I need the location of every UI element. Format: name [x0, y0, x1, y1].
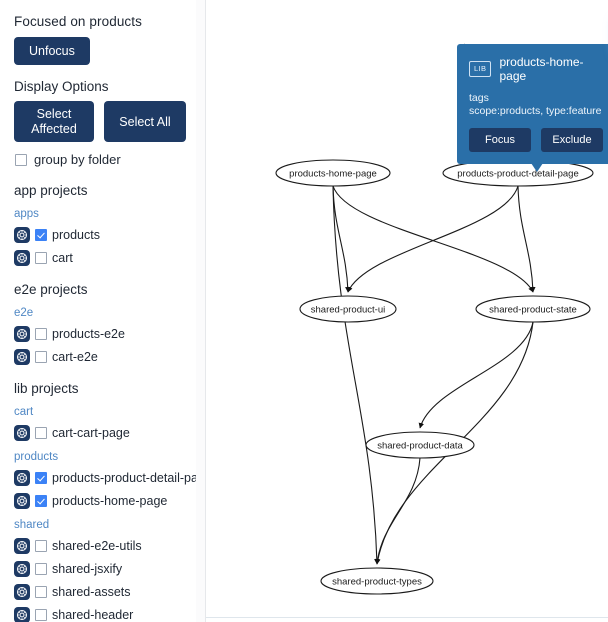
project-group-title: e2e projects	[14, 282, 88, 298]
folder-label-products: products	[14, 451, 59, 464]
project-checkbox[interactable]	[35, 427, 47, 440]
nx-project-icon	[14, 470, 30, 487]
project-label: shared-assets	[52, 585, 131, 600]
graph-node-label: shared-product-state	[489, 304, 577, 315]
project-checkbox[interactable]	[35, 609, 47, 622]
graph-node-label: products-home-page	[289, 168, 377, 179]
lib-badge: LIB	[469, 61, 492, 77]
nx-project-icon	[14, 326, 30, 343]
nx-project-icon	[14, 250, 30, 267]
graph-node[interactable]: shared-product-state	[475, 295, 591, 323]
graph-node[interactable]: shared-product-types	[320, 567, 434, 595]
graph-node[interactable]: products-home-page	[275, 159, 391, 187]
nx-project-icon	[14, 538, 30, 555]
graph-node-label: products-product-detail-page	[457, 168, 578, 179]
project-row[interactable]: shared-jsxify	[14, 561, 196, 578]
folder-label-apps: apps	[14, 208, 39, 221]
folder-label-e2e: e2e	[14, 307, 34, 320]
project-checkbox[interactable]	[35, 563, 47, 576]
project-group-title: app projects	[14, 183, 88, 199]
graph-node[interactable]: shared-product-ui	[299, 295, 397, 323]
bottom-rule	[206, 617, 608, 618]
nx-project-icon	[14, 227, 30, 244]
graph-nodes: products-home-page products-product-detai…	[275, 159, 594, 595]
tooltip-header: LIB products-home-page	[469, 55, 605, 83]
graph-node-label: shared-product-types	[332, 576, 422, 587]
project-label: shared-e2e-utils	[52, 539, 142, 554]
tooltip-actions: Focus Exclude	[469, 128, 605, 152]
project-label: products-product-detail-page	[52, 471, 196, 486]
project-row[interactable]: shared-assets	[14, 584, 196, 601]
project-label: cart-cart-page	[52, 426, 130, 441]
sidebar: Focused on products Unfocus Display Opti…	[0, 0, 196, 622]
group-by-folder-row[interactable]: group by folder	[15, 152, 196, 167]
select-affected-button[interactable]: Select Affected	[14, 101, 94, 143]
nx-project-icon	[14, 349, 30, 366]
project-checkbox[interactable]	[35, 586, 47, 599]
graph-node-label: shared-product-data	[377, 440, 463, 451]
nx-project-icon	[14, 607, 30, 622]
project-checkbox[interactable]	[35, 229, 47, 242]
project-row[interactable]: products-product-detail-page	[14, 470, 196, 487]
graph-edge	[418, 321, 534, 429]
unfocus-button[interactable]: Unfocus	[14, 37, 90, 66]
select-affected-line1: Select	[36, 107, 72, 122]
project-label: shared-jsxify	[52, 562, 123, 577]
select-all-button[interactable]: Select All	[104, 101, 186, 143]
graph-node-label: shared-product-ui	[311, 304, 385, 315]
dependency-graph-canvas[interactable]: products-home-page products-product-detai…	[206, 0, 608, 622]
node-tooltip-card[interactable]: LIB products-home-page tags scope:produc…	[457, 44, 608, 172]
display-options-title: Display Options	[14, 79, 109, 95]
group-by-folder-label: group by folder	[34, 152, 121, 168]
project-label: cart	[52, 251, 73, 266]
tooltip-exclude-button[interactable]: Exclude	[541, 128, 603, 152]
project-checkbox[interactable]	[35, 540, 47, 553]
app-root: Focused on products Unfocus Display Opti…	[0, 0, 608, 622]
project-checkbox[interactable]	[35, 252, 47, 265]
graph-edge	[347, 185, 519, 293]
project-row[interactable]: products	[14, 227, 196, 244]
graph-edge	[332, 185, 380, 565]
nx-project-icon	[14, 561, 30, 578]
nx-project-icon	[14, 425, 30, 442]
graph-node[interactable]: shared-product-data	[365, 431, 475, 459]
folder-label-cart: cart	[14, 406, 34, 419]
project-row[interactable]: products-e2e	[14, 326, 196, 343]
project-row[interactable]: products-home-page	[14, 493, 196, 510]
focus-status-text: Focused on products	[14, 14, 142, 29]
project-checkbox[interactable]	[35, 328, 47, 341]
project-checkbox[interactable]	[35, 495, 47, 508]
project-label: products-home-page	[52, 494, 168, 509]
project-label: shared-header	[52, 608, 134, 622]
project-row[interactable]: cart-cart-page	[14, 425, 196, 442]
nx-project-icon	[14, 493, 30, 510]
graph-edge	[517, 185, 536, 293]
project-checkbox[interactable]	[35, 351, 47, 364]
tooltip-tags-label: tags	[469, 92, 489, 104]
project-row[interactable]: shared-e2e-utils	[14, 538, 196, 555]
tooltip-project-name: products-home-page	[499, 55, 584, 83]
tooltip-focus-button[interactable]: Focus	[469, 128, 531, 152]
display-options-buttons: Select Affected Select All	[14, 101, 196, 143]
graph-edges	[332, 185, 536, 565]
project-checkbox[interactable]	[35, 472, 47, 485]
graph-edge	[332, 185, 534, 293]
project-label: products	[52, 228, 100, 243]
nx-project-icon	[14, 584, 30, 601]
group-by-folder-checkbox[interactable]	[15, 153, 27, 166]
project-groups: app projects apps products cart e2e projects…	[14, 183, 196, 622]
select-affected-line2: Affected	[31, 121, 77, 136]
project-row[interactable]: cart-e2e	[14, 349, 196, 366]
project-row[interactable]: shared-header	[14, 607, 196, 622]
project-group-title: lib projects	[14, 381, 79, 397]
project-row[interactable]: cart	[14, 250, 196, 267]
folder-label-shared: shared	[14, 519, 50, 532]
tooltip-tags-value: scope:products, type:feature	[469, 105, 602, 117]
project-label: products-e2e	[52, 327, 125, 342]
project-label: cart-e2e	[52, 350, 98, 365]
